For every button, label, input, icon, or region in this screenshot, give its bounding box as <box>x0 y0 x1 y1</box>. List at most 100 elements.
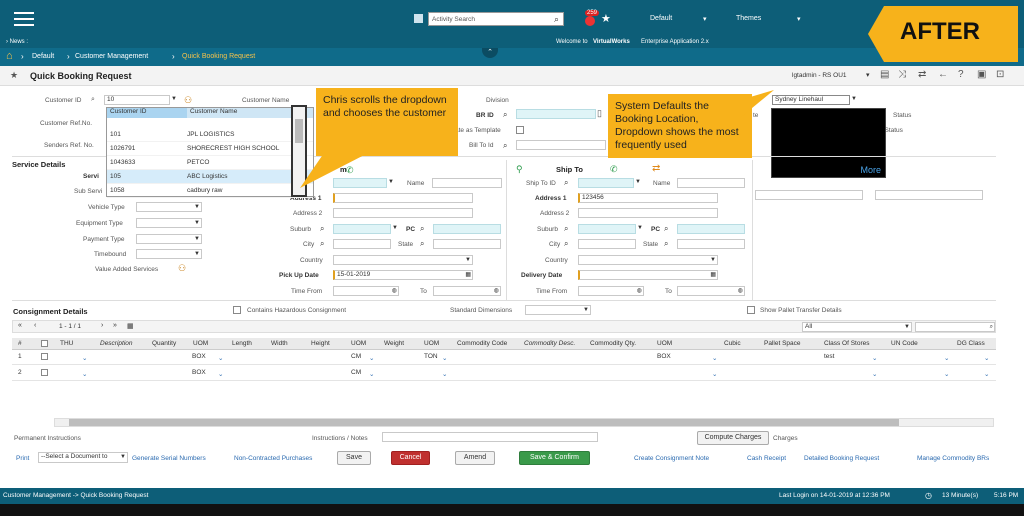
ship-from-pc-input[interactable] <box>433 224 501 234</box>
chevron-down-icon[interactable]: ▾ <box>866 71 870 79</box>
add-service-icon[interactable]: ⚇ <box>178 263 186 274</box>
lookup-icon[interactable]: ⌕ <box>564 178 568 188</box>
amend-button[interactable]: Amend <box>455 451 495 465</box>
hazard-checkbox[interactable] <box>233 306 241 314</box>
extra-field-2[interactable] <box>875 190 983 200</box>
lookup-icon[interactable]: ⌕ <box>420 239 424 249</box>
ship-from-state-input[interactable] <box>433 239 501 249</box>
chevron-down-icon[interactable]: ⌄ <box>369 370 374 378</box>
generate-serial-link[interactable]: Generate Serial Numbers <box>132 455 206 462</box>
next-page-icon[interactable]: › <box>101 322 103 329</box>
chevron-down-icon[interactable]: ▼ <box>635 179 641 185</box>
ship-from-name-input[interactable] <box>432 178 502 188</box>
chevron-down-icon[interactable]: ⌄ <box>872 370 877 378</box>
swap-icon[interactable]: ⇄ <box>652 163 660 174</box>
timebound-select[interactable]: ▼ <box>136 249 202 259</box>
ship-to-pc-input[interactable] <box>677 224 745 234</box>
lookup-icon[interactable]: ⌕ <box>420 224 424 234</box>
dropdown-row[interactable]: 1058 cadbury raw <box>107 184 313 198</box>
ship-to-name-input[interactable] <box>677 178 745 188</box>
detailed-booking-link[interactable]: Detailed Booking Request <box>804 455 879 462</box>
chevron-down-icon[interactable]: ⌄ <box>984 370 989 378</box>
delivery-date-input[interactable]: ▦ <box>578 270 718 280</box>
chevron-down-icon[interactable]: ⌄ <box>712 354 717 362</box>
extra-field-1[interactable] <box>755 190 863 200</box>
save-confirm-button[interactable]: Save & Confirm <box>519 451 590 465</box>
row-uom[interactable]: BOX <box>192 369 206 376</box>
chevron-down-icon[interactable]: ⌄ <box>712 370 717 378</box>
breadcrumb-item-default[interactable]: Default <box>32 53 54 60</box>
br-id-input[interactable] <box>516 109 596 119</box>
pickup-date-input[interactable]: 15-01-2019 ▦ <box>333 270 473 280</box>
lookup-icon[interactable]: ⌕ <box>91 96 95 104</box>
pickup-time-from-input[interactable]: ◍ <box>333 286 399 296</box>
select-document[interactable]: --Select a Document to ▼ <box>38 452 128 463</box>
chevron-down-icon[interactable]: ⌄ <box>872 354 877 362</box>
prev-page-icon[interactable]: ‹ <box>34 322 36 329</box>
phone-icon[interactable]: ✆ <box>610 164 618 175</box>
chevron-down-icon[interactable]: ⌄ <box>984 354 989 362</box>
lookup-icon[interactable]: ⌕ <box>564 224 568 234</box>
ship-from-city-input[interactable] <box>333 239 391 249</box>
select-all-checkbox[interactable] <box>41 340 48 347</box>
row-checkbox[interactable] <box>41 353 48 360</box>
std-dimensions-select[interactable]: ▼ <box>525 305 591 315</box>
ship-to-id-input[interactable] <box>578 178 634 188</box>
chevron-down-icon[interactable]: ⌄ <box>218 370 223 378</box>
lookup-icon[interactable]: ⌕ <box>503 110 507 120</box>
save-button[interactable]: Save <box>337 451 371 465</box>
chevron-down-icon[interactable]: ⌄ <box>442 354 447 362</box>
back-arrow-icon[interactable]: ← <box>938 69 948 80</box>
ship-to-addr2-input[interactable] <box>578 208 718 218</box>
filter-select[interactable]: All ▼ <box>802 322 912 332</box>
create-note-link[interactable]: Create Consignment Note <box>634 455 709 462</box>
notification-icon[interactable] <box>585 16 595 26</box>
chevron-down-icon[interactable]: ▼ <box>637 225 643 231</box>
table-row[interactable]: 2 ⌄ BOX ⌄ CM ⌄ ⌄ ⌄ ⌄ ⌄ ⌄ <box>12 366 996 381</box>
ship-to-country-select[interactable]: ▼ <box>578 255 718 265</box>
dropdown-row[interactable]: 1043633 PETCO <box>107 156 313 170</box>
grid-settings-icon[interactable]: ▦ <box>127 322 134 330</box>
collapse-icon[interactable]: ⌃ <box>482 48 498 58</box>
lookup-icon[interactable]: ⌕ <box>503 141 507 151</box>
lookup-icon[interactable]: ⌕ <box>664 224 668 234</box>
payment-type-select[interactable]: ▼ <box>136 234 202 244</box>
chevron-down-icon[interactable]: ⌄ <box>82 370 87 378</box>
shuffle-icon[interactable]: ⤨ <box>898 69 906 80</box>
lookup-icon[interactable]: ⌕ <box>664 239 668 249</box>
bill-to-input[interactable] <box>516 140 606 150</box>
customer-dropdown[interactable]: Customer ID Customer Name 101 JPL LOGISTI… <box>106 105 314 198</box>
customer-id-input[interactable]: 10 <box>104 95 170 105</box>
ship-from-addr1-input[interactable] <box>333 193 473 203</box>
dropdown-row[interactable]: 1026791 SHORECREST HIGH SCHOOL <box>107 142 313 156</box>
lookup-icon[interactable]: ⌕ <box>320 224 324 234</box>
dropdown-row-selected[interactable]: 105 ABC Logistics <box>107 170 313 184</box>
table-row[interactable]: 1 ⌄ BOX ⌄ CM ⌄ TON ⌄ BOX ⌄ test ⌄ ⌄ ⌄ <box>12 350 996 365</box>
pallet-checkbox[interactable] <box>747 306 755 314</box>
ship-to-addr1-input[interactable]: 123456 <box>578 193 718 203</box>
chevron-down-icon[interactable]: ▾ <box>703 15 707 23</box>
star-icon[interactable]: ★ <box>10 70 18 81</box>
chevron-down-icon[interactable]: ⌄ <box>218 354 223 362</box>
cancel-button[interactable]: Cancel <box>391 451 430 465</box>
window-icon[interactable]: ▣ <box>977 69 986 80</box>
delivery-time-to-input[interactable]: ◍ <box>677 286 745 296</box>
default-menu[interactable]: Default <box>650 15 672 22</box>
chevron-down-icon[interactable]: ⌄ <box>82 354 87 362</box>
chevron-down-icon[interactable]: ⌄ <box>442 370 447 378</box>
ship-to-city-input[interactable] <box>578 239 636 249</box>
vehicle-type-select[interactable]: ▼ <box>136 202 202 212</box>
ship-from-country-select[interactable]: ▼ <box>333 255 473 265</box>
booking-location-dropdown-redacted[interactable]: More <box>771 108 886 178</box>
compute-charges-button[interactable]: Compute Charges <box>697 431 769 445</box>
export-icon[interactable]: ⊡ <box>996 69 1004 80</box>
chevron-down-icon[interactable]: ⌄ <box>944 354 949 362</box>
grid-icon[interactable] <box>414 14 423 23</box>
ship-from-suburb-input[interactable] <box>333 224 391 234</box>
hamburger-menu-icon[interactable] <box>14 12 34 26</box>
swap-icon[interactable]: ⇄ <box>918 69 926 80</box>
chevron-down-icon[interactable]: ⌄ <box>944 370 949 378</box>
row-uom3[interactable]: TON <box>424 353 438 360</box>
cash-receipt-link[interactable]: Cash Receipt <box>747 455 786 462</box>
grid-search-input[interactable]: ⌕ <box>915 322 995 332</box>
